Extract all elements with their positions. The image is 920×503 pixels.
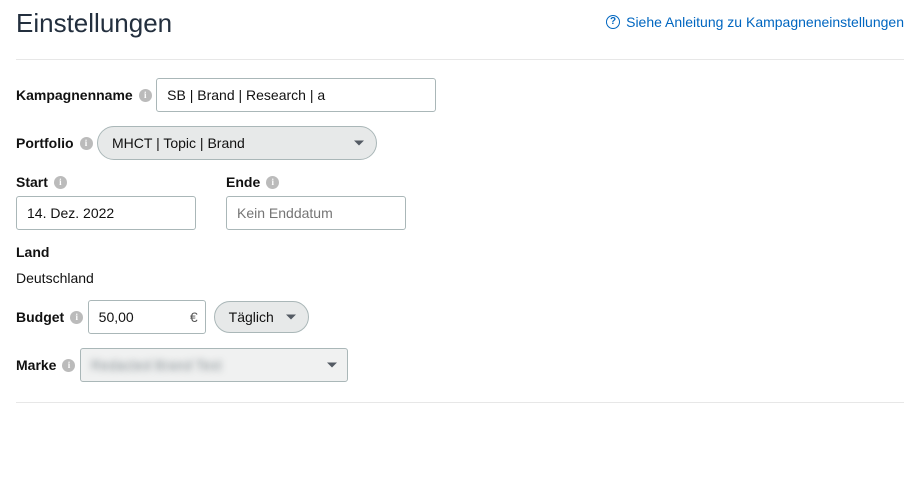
campaign-name-label: Kampagnenname	[16, 87, 133, 103]
campaign-name-input[interactable]	[156, 78, 436, 112]
country-value: Deutschland	[16, 270, 904, 286]
help-link[interactable]: ? Siehe Anleitung zu Kampagneneinstellun…	[606, 14, 904, 30]
info-icon[interactable]	[139, 89, 152, 102]
portfolio-label: Portfolio	[16, 135, 74, 151]
end-date-input[interactable]	[226, 196, 406, 230]
info-icon[interactable]	[80, 137, 93, 150]
page-title: Einstellungen	[16, 8, 172, 39]
budget-period-value: Täglich	[229, 309, 274, 325]
help-link-text: Siehe Anleitung zu Kampagneneinstellunge…	[626, 14, 904, 30]
info-icon[interactable]	[62, 359, 75, 372]
question-circle-icon: ?	[606, 15, 620, 29]
end-label: Ende	[226, 174, 260, 190]
info-icon[interactable]	[70, 311, 83, 324]
info-icon[interactable]	[54, 176, 67, 189]
budget-label: Budget	[16, 309, 64, 325]
country-label: Land	[16, 244, 49, 260]
chevron-down-icon	[327, 363, 337, 368]
portfolio-value: MHCT | Topic | Brand	[112, 135, 245, 151]
budget-period-select[interactable]: Täglich	[214, 301, 309, 333]
info-icon[interactable]	[266, 176, 279, 189]
brand-value: Redacted Brand Text	[91, 357, 222, 373]
portfolio-select[interactable]: MHCT | Topic | Brand	[97, 126, 377, 160]
chevron-down-icon	[286, 315, 296, 320]
brand-select[interactable]: Redacted Brand Text	[80, 348, 348, 382]
start-label: Start	[16, 174, 48, 190]
start-date-input[interactable]	[16, 196, 196, 230]
brand-label: Marke	[16, 357, 56, 373]
chevron-down-icon	[354, 141, 364, 146]
budget-amount-input[interactable]	[88, 300, 206, 334]
